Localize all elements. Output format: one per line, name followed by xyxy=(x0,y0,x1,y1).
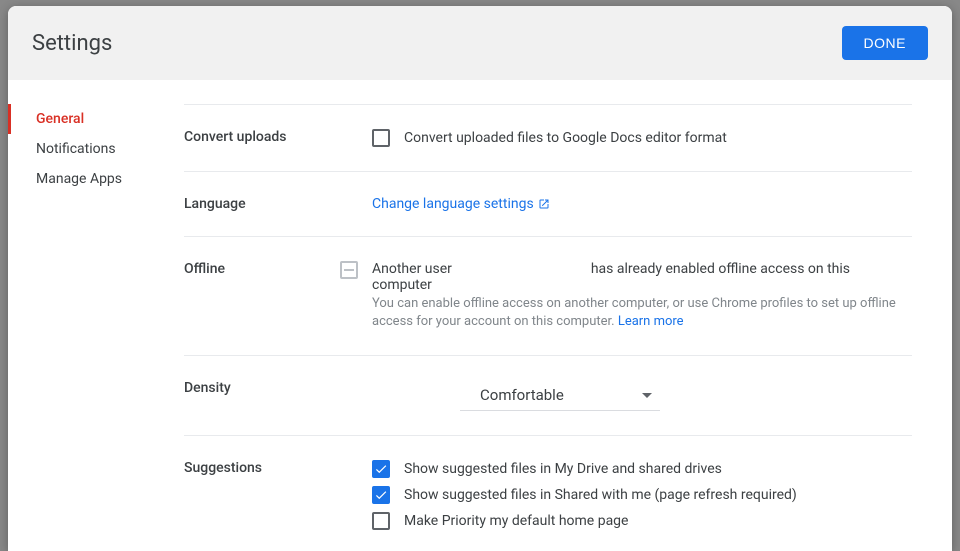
change-language-link[interactable]: Change language settings xyxy=(372,196,550,212)
checkmark-icon xyxy=(374,462,388,476)
suggestion-option-shared: Show suggested files in Shared with me (… xyxy=(372,486,912,504)
convert-uploads-checkbox[interactable] xyxy=(372,129,390,147)
offline-secondary-text: You can enable offline access on another… xyxy=(372,295,912,331)
checkbox-label: Show suggested files in My Drive and sha… xyxy=(404,461,722,477)
dialog-body: General Notifications Manage Apps Conver… xyxy=(8,80,952,551)
suggestion-option-priority: Make Priority my default home page xyxy=(372,512,912,530)
section-label: Convert uploads xyxy=(184,129,372,147)
section-content: Another user has already enabled offline… xyxy=(372,261,912,331)
section-content: Comfortable xyxy=(372,380,912,411)
sidebar-item-notifications[interactable]: Notifications xyxy=(8,134,168,164)
convert-uploads-option: Convert uploaded files to Google Docs ed… xyxy=(372,129,912,147)
density-selected-value: Comfortable xyxy=(480,386,564,404)
section-label: Suggestions xyxy=(184,460,372,530)
offline-user-pre: Another user xyxy=(372,261,452,277)
suggestion-mydrive-checkbox[interactable] xyxy=(372,460,390,478)
settings-dialog: Settings DONE General Notifications Mana… xyxy=(8,6,952,551)
sidebar-item-label: Manage Apps xyxy=(36,171,122,187)
checkbox-label: Convert uploaded files to Google Docs ed… xyxy=(404,130,727,146)
section-label: Density xyxy=(184,380,372,411)
section-content: Change language settings xyxy=(372,196,912,212)
section-label: Language xyxy=(184,196,372,212)
suggestion-option-mydrive: Show suggested files in My Drive and sha… xyxy=(372,460,912,478)
done-button[interactable]: DONE xyxy=(842,26,928,60)
density-select[interactable]: Comfortable xyxy=(460,380,660,411)
settings-content: Convert uploads Convert uploaded files t… xyxy=(168,80,952,551)
offline-learn-more-link[interactable]: Learn more xyxy=(618,314,684,329)
dialog-title: Settings xyxy=(32,31,112,56)
suggestion-shared-checkbox[interactable] xyxy=(372,486,390,504)
sidebar-item-general[interactable]: General xyxy=(8,104,168,134)
sidebar-item-manage-apps[interactable]: Manage Apps xyxy=(8,164,168,194)
checkbox-label: Show suggested files in Shared with me (… xyxy=(404,487,797,503)
link-text: Change language settings xyxy=(372,196,534,212)
external-link-icon xyxy=(538,198,550,210)
checkmark-icon xyxy=(374,488,388,502)
offline-checkbox xyxy=(340,261,358,279)
checkbox-label: Make Priority my default home page xyxy=(404,513,628,529)
dialog-header: Settings DONE xyxy=(8,6,952,80)
settings-sidebar: General Notifications Manage Apps xyxy=(8,80,168,551)
section-convert-uploads: Convert uploads Convert uploaded files t… xyxy=(184,104,912,171)
section-content: Show suggested files in My Drive and sha… xyxy=(372,460,912,530)
section-suggestions: Suggestions Show suggested files in My D… xyxy=(184,435,912,551)
offline-primary-text: Another user has already enabled offline… xyxy=(372,261,912,293)
sidebar-item-label: General xyxy=(36,111,84,127)
dropdown-arrow-icon xyxy=(642,393,652,398)
section-density: Density Comfortable xyxy=(184,355,912,435)
offline-text: Another user has already enabled offline… xyxy=(372,261,912,331)
sidebar-item-label: Notifications xyxy=(36,141,116,157)
section-language: Language Change language settings xyxy=(184,171,912,236)
section-content: Convert uploaded files to Google Docs ed… xyxy=(372,129,912,147)
section-offline: Offline Another user has xyxy=(184,236,912,355)
suggestion-priority-checkbox[interactable] xyxy=(372,512,390,530)
